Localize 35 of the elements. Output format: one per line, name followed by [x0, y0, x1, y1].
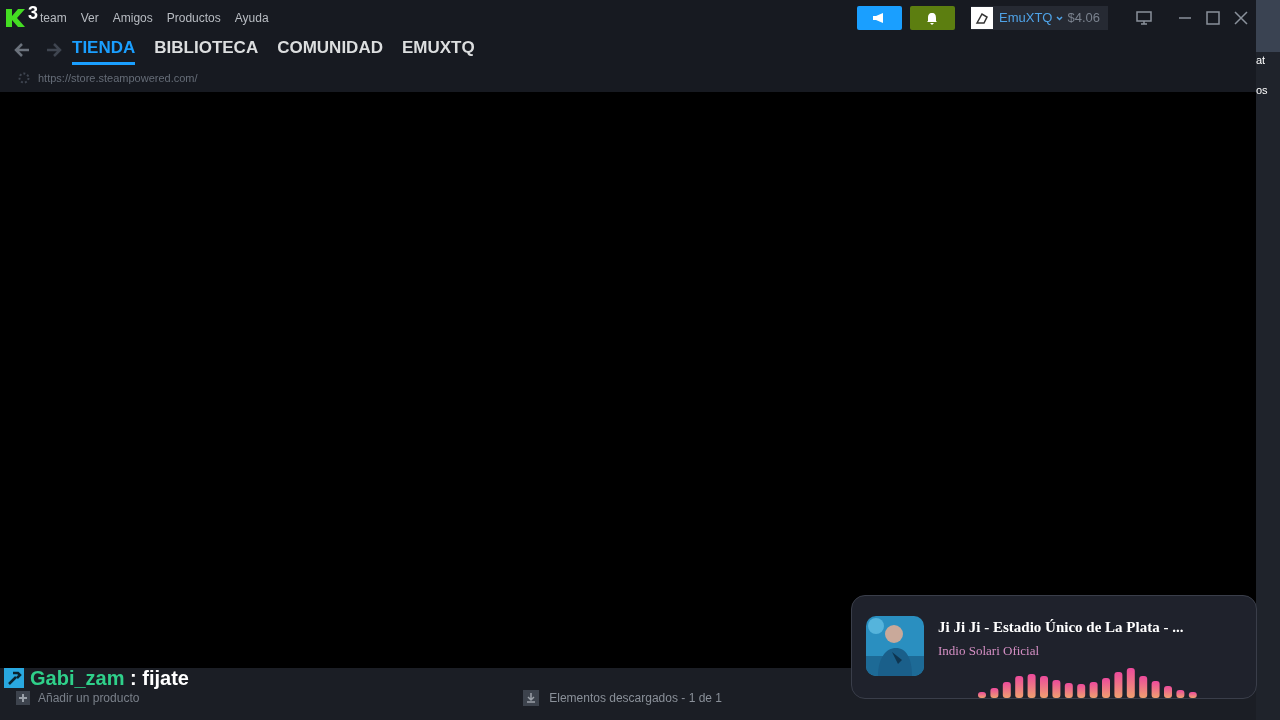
chat-message: Gabi_zam : fijate — [30, 668, 189, 688]
nav-tab[interactable]: BIBLIOTECA — [154, 35, 259, 65]
monitor-icon[interactable] — [1136, 11, 1152, 25]
nav-tab[interactable]: COMUNIDAD — [277, 35, 383, 65]
logo-icon — [4, 8, 26, 28]
menu-item[interactable]: Amigos — [112, 9, 153, 27]
menu-item[interactable]: team — [40, 9, 67, 27]
account-button[interactable]: EmuXTQ $4.06 — [971, 6, 1108, 30]
menu-item[interactable]: Ver — [80, 9, 99, 27]
side-window-text: at — [1256, 53, 1267, 68]
artist-name: Indio Solari Oficial — [938, 641, 1041, 660]
loading-icon — [18, 72, 30, 84]
nav-tab[interactable]: TIENDA — [72, 35, 136, 65]
overlay-count: 3 — [28, 1, 38, 25]
side-window-text: os — [1256, 83, 1269, 98]
bell-icon — [926, 11, 939, 25]
close-icon[interactable] — [1234, 11, 1248, 25]
caret-icon — [1056, 15, 1064, 21]
plus-icon — [16, 691, 30, 705]
announcements-button[interactable] — [857, 6, 902, 30]
download-icon — [523, 690, 540, 706]
url-text: https://store.steampowered.com/ — [38, 70, 198, 86]
notifications-button[interactable] — [910, 6, 955, 30]
track-title: Ji Ji Ji - Estadio Único de La Plata - ... — [938, 618, 1185, 637]
back-icon[interactable] — [14, 43, 30, 57]
wallet-balance: $4.06 — [1067, 9, 1100, 28]
downloads-button[interactable]: Elementos descargados - 1 de 1 — [523, 689, 722, 707]
menu-item[interactable]: Ayuda — [234, 9, 269, 27]
nav-tab[interactable]: EMUXTQ — [401, 35, 475, 65]
account-name: EmuXTQ — [999, 9, 1053, 28]
maximize-icon[interactable] — [1206, 11, 1220, 25]
add-product-button[interactable]: Añadir un producto — [16, 689, 140, 707]
hammer-icon — [4, 668, 24, 688]
menu-item[interactable]: Productos — [166, 9, 221, 27]
avatar-icon — [971, 7, 993, 29]
